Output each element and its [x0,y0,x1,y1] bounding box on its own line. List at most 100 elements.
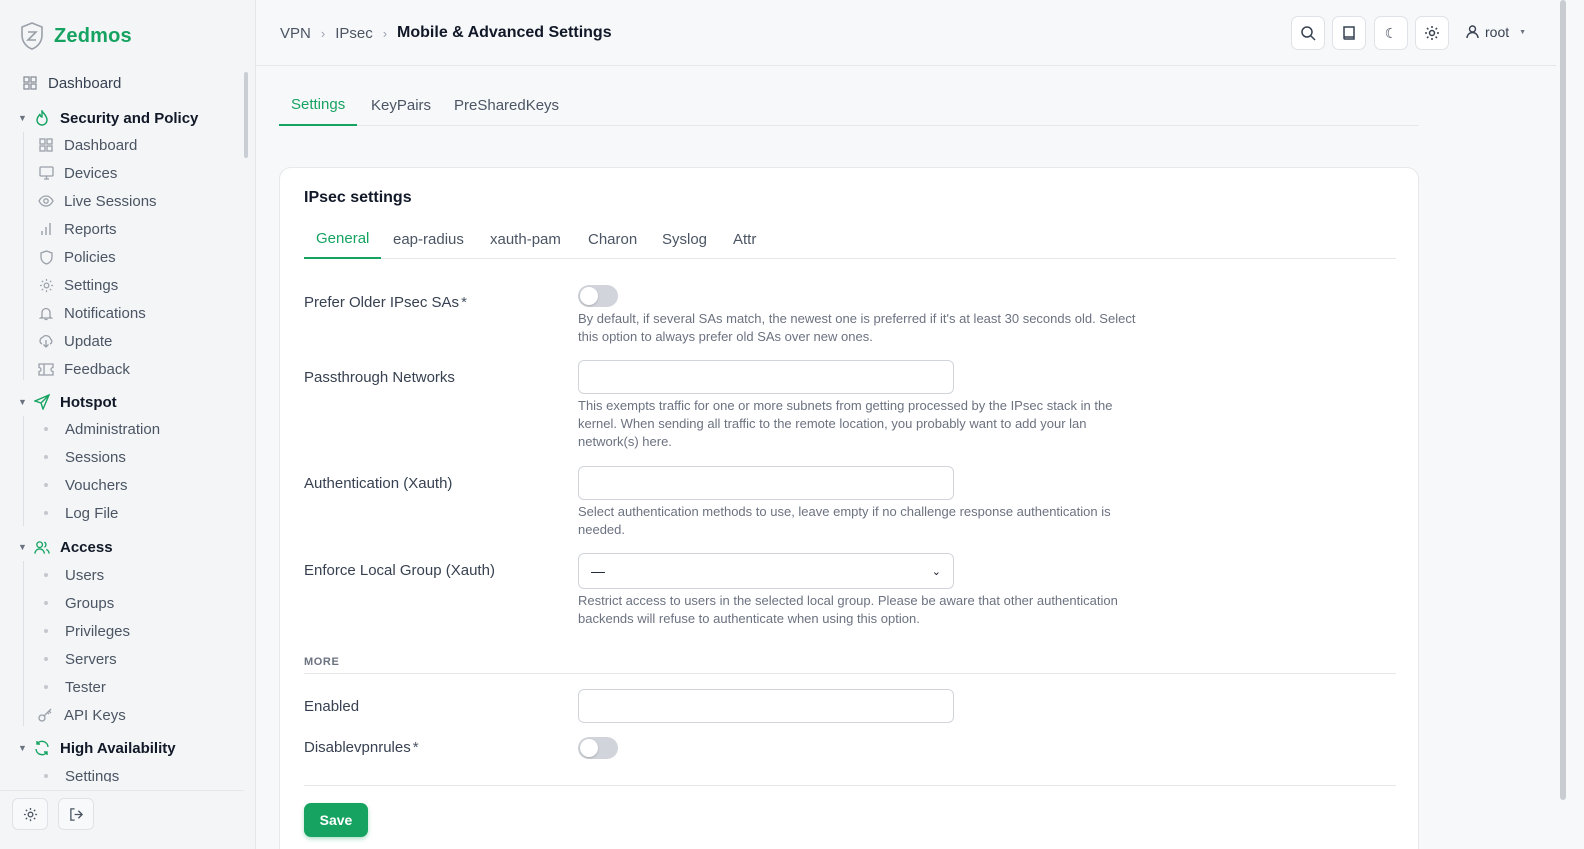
sidebar-item-dashboard[interactable]: Dashboard [0,70,244,96]
chevron-down-icon: ⌄ [931,565,941,578]
bullet-dot [44,455,48,459]
docs-button[interactable] [1332,16,1366,50]
search-button[interactable] [1291,16,1325,50]
scrollbar-thumb[interactable] [1560,0,1566,800]
logout-button[interactable] [58,798,94,830]
sidebar-group-label: Hotspot [60,393,117,411]
sidebar-item-dashboard-sec[interactable]: Dashboard [0,132,244,158]
ipsec-settings-card: IPsec settings General eap-radius xauth-… [279,167,1419,849]
sidebar-item-settings[interactable]: Settings [0,272,244,298]
bar-chart-icon [38,221,54,237]
breadcrumb: VPN › IPsec › Mobile & Advanced Settings [280,24,612,42]
sidebar-item-feedback[interactable]: Feedback [0,356,244,382]
save-button[interactable]: Save [304,803,368,837]
passthrough-networks-input[interactable] [578,360,954,394]
sidebar-group-label: Access [60,538,113,556]
sidebar-item-label: Vouchers [65,476,128,494]
sidebar-item-users[interactable]: Users [0,562,244,588]
sidebar-item-notifications[interactable]: Notifications [0,300,244,326]
preferences-button[interactable] [1415,16,1449,50]
auth-xauth-label: Authentication (Xauth) [304,475,453,492]
page-title: Mobile & Advanced Settings [397,24,612,41]
gear-icon [1425,26,1439,40]
page-scrollbar[interactable] [1558,0,1584,849]
sidebar-item-reports[interactable]: Reports [0,216,244,242]
tab-presharedkeys[interactable]: PreSharedKeys [442,88,571,126]
brand[interactable]: Zedmos [20,22,132,50]
sidebar-item-sessions[interactable]: Sessions [0,444,244,470]
tab-keypairs[interactable]: KeyPairs [359,88,443,126]
sidebar-item-tester[interactable]: Tester [0,674,244,700]
tab-general[interactable]: General [304,224,382,259]
sidebar-group-access[interactable]: ▼ Access [0,534,244,560]
book-icon [1343,26,1355,40]
sidebar-item-groups[interactable]: Groups [0,590,244,616]
sidebar-group-high-availability[interactable]: ▼ High Availability [0,735,244,761]
sidebar-item-label: Tester [65,678,106,696]
send-icon [34,394,50,410]
breadcrumb-vpn[interactable]: VPN [280,25,311,42]
sidebar-item-api-keys[interactable]: API Keys [0,702,244,728]
auth-xauth-input[interactable] [578,466,954,500]
sidebar-item-ha-settings[interactable]: Settings [0,763,244,782]
monitor-icon [38,165,54,181]
enabled-input[interactable] [578,689,954,723]
sidebar: Zedmos Dashboard ▼ Security and Policy D… [0,0,256,849]
key-icon [38,707,54,723]
sidebar-group-security-and-policy[interactable]: ▼ Security and Policy [0,105,244,131]
sidebar-item-label: Feedback [64,360,130,378]
prefer-older-help: By default, if several SAs match, the ne… [578,311,1136,344]
settings-button[interactable] [12,798,48,830]
theme-toggle-button[interactable]: ☾ [1374,16,1408,50]
sidebar-group-hotspot[interactable]: ▼ Hotspot [0,389,244,415]
bullet-dot [44,483,48,487]
sidebar-item-administration[interactable]: Administration [0,416,244,442]
auth-xauth-help: Select authentication methods to use, le… [578,504,1111,537]
sidebar-item-update[interactable]: Update [0,328,244,354]
caret-down-icon: ▼ [18,113,27,123]
eye-icon [38,193,54,209]
sidebar-item-label: Administration [65,420,161,438]
caret-down-icon: ▼ [18,397,27,407]
prefer-older-toggle[interactable] [578,285,618,307]
sidebar-item-devices[interactable]: Devices [0,160,244,186]
sidebar-item-label: Update [64,332,113,350]
disablevpnrules-toggle[interactable] [578,737,618,759]
disablevpnrules-label: Disablevpnrules * [304,739,419,756]
sidebar-item-vouchers[interactable]: Vouchers [0,472,244,498]
sidebar-nav: Dashboard ▼ Security and Policy Dashboar… [0,70,244,783]
bullet-dot [44,601,48,605]
caret-down-icon: ▼ [18,542,27,552]
sidebar-scrollbar[interactable] [244,72,248,158]
sidebar-item-label: Servers [65,650,117,668]
tab-xauth-pam[interactable]: xauth-pam [478,224,573,259]
breadcrumb-ipsec[interactable]: IPsec [335,25,373,42]
passthrough-help: This exempts traffic for one or more sub… [578,398,1113,449]
tab-charon[interactable]: Charon [576,224,649,259]
sidebar-item-label: Dashboard [48,74,122,92]
sidebar-item-label: Devices [64,164,118,182]
prefer-older-label: Prefer Older IPsec SAs * [304,294,467,311]
sidebar-item-policies[interactable]: Policies [0,244,244,270]
user-menu[interactable]: root ▼ [1466,24,1526,40]
tab-settings[interactable]: Settings [279,88,358,126]
sidebar-item-privileges[interactable]: Privileges [0,618,244,644]
shield-icon [38,249,54,265]
tab-attr[interactable]: Attr [721,224,768,259]
tab-syslog[interactable]: Syslog [650,224,719,259]
shield-logo-icon [21,22,43,50]
caret-down-icon: ▼ [18,743,27,753]
sidebar-item-label: Dashboard [64,136,138,154]
user-icon [1466,25,1479,39]
sidebar-item-label: Sessions [65,448,126,466]
bullet-dot [44,427,48,431]
local-group-select[interactable]: — ⌄ [578,553,954,589]
sidebar-item-live-sessions[interactable]: Live Sessions [0,188,244,214]
tab-eap-radius[interactable]: eap-radius [381,224,476,259]
sidebar-item-servers[interactable]: Servers [0,646,244,672]
sidebar-item-label: Groups [65,594,115,612]
sidebar-item-log-file[interactable]: Log File [0,500,244,526]
bullet-dot [44,657,48,661]
settings-subtabs: General eap-radius xauth-pam Charon Sysl… [304,224,1396,259]
bullet-dot [44,511,48,515]
